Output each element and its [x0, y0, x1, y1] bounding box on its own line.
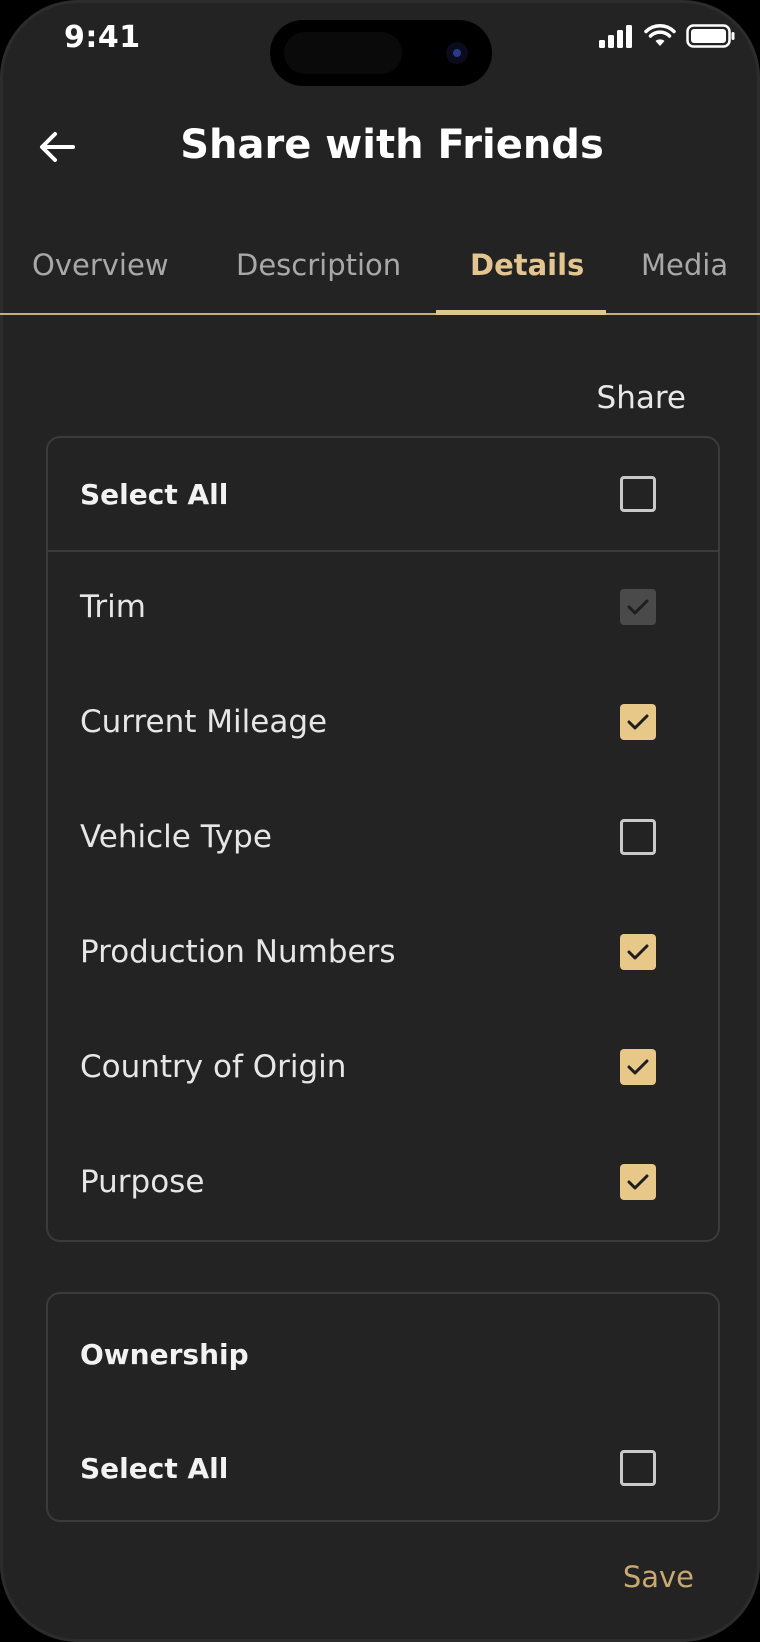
tabs-divider	[0, 313, 760, 315]
ownership-title: Ownership	[80, 1337, 249, 1371]
tab-description[interactable]: Description	[236, 248, 401, 282]
divider	[48, 550, 718, 552]
list-item[interactable]: Current Mileage	[48, 682, 718, 762]
list-item[interactable]: Vehicle Type	[48, 797, 718, 877]
tab-details[interactable]: Details	[470, 248, 584, 282]
ownership-header: Ownership	[48, 1314, 718, 1394]
tab-overview[interactable]: Overview	[32, 248, 169, 282]
list-item[interactable]: Trim	[48, 567, 718, 647]
checkmark-icon	[627, 599, 649, 615]
list-item[interactable]: Production Numbers	[48, 912, 718, 992]
signal-icon	[599, 25, 632, 48]
trim-checkbox	[620, 589, 656, 625]
status-icons	[598, 24, 736, 48]
list-item[interactable]: Country of Origin	[48, 1027, 718, 1107]
select-all-label: Select All	[80, 477, 229, 511]
tab-media[interactable]: Media	[641, 248, 728, 282]
wifi-icon	[644, 24, 676, 46]
tab-bar: Overview Description Details Media	[0, 238, 760, 315]
vehicle-type-checkbox[interactable]	[620, 819, 656, 855]
camera-icon	[446, 42, 468, 64]
save-button[interactable]: Save	[623, 1560, 694, 1594]
battery-icon	[686, 24, 735, 48]
ownership-select-all-label: Select All	[80, 1451, 229, 1485]
checkmark-icon	[627, 714, 649, 730]
checkmark-icon	[627, 1174, 649, 1190]
country-of-origin-label: Country of Origin	[80, 1049, 347, 1085]
app-screen: 9:41 Share with Friends Overview Descrip…	[0, 0, 760, 1642]
trim-label: Trim	[80, 589, 146, 625]
ownership-share-card: Ownership Select All	[46, 1292, 720, 1522]
ownership-select-all-row[interactable]: Select All	[48, 1428, 718, 1508]
dynamic-island	[270, 20, 492, 86]
select-all-checkbox[interactable]	[620, 476, 656, 512]
production-numbers-checkbox[interactable]	[620, 934, 656, 970]
production-numbers-label: Production Numbers	[80, 934, 396, 970]
active-tab-indicator	[436, 310, 606, 315]
share-column-label: Share	[596, 380, 686, 416]
status-time: 9:41	[64, 20, 141, 55]
ownership-select-all-checkbox[interactable]	[620, 1450, 656, 1486]
vehicle-type-label: Vehicle Type	[80, 819, 272, 855]
purpose-checkbox[interactable]	[620, 1164, 656, 1200]
checkmark-icon	[627, 944, 649, 960]
current-mileage-checkbox[interactable]	[620, 704, 656, 740]
current-mileage-label: Current Mileage	[80, 704, 328, 740]
select-all-row[interactable]: Select All	[48, 454, 718, 534]
details-share-card: Select All Trim Current Mileage Vehicle …	[46, 436, 720, 1242]
checkmark-icon	[627, 1059, 649, 1075]
page-title: Share with Friends	[180, 122, 604, 168]
list-item[interactable]: Purpose	[48, 1142, 718, 1222]
country-of-origin-checkbox[interactable]	[620, 1049, 656, 1085]
purpose-label: Purpose	[80, 1164, 205, 1200]
